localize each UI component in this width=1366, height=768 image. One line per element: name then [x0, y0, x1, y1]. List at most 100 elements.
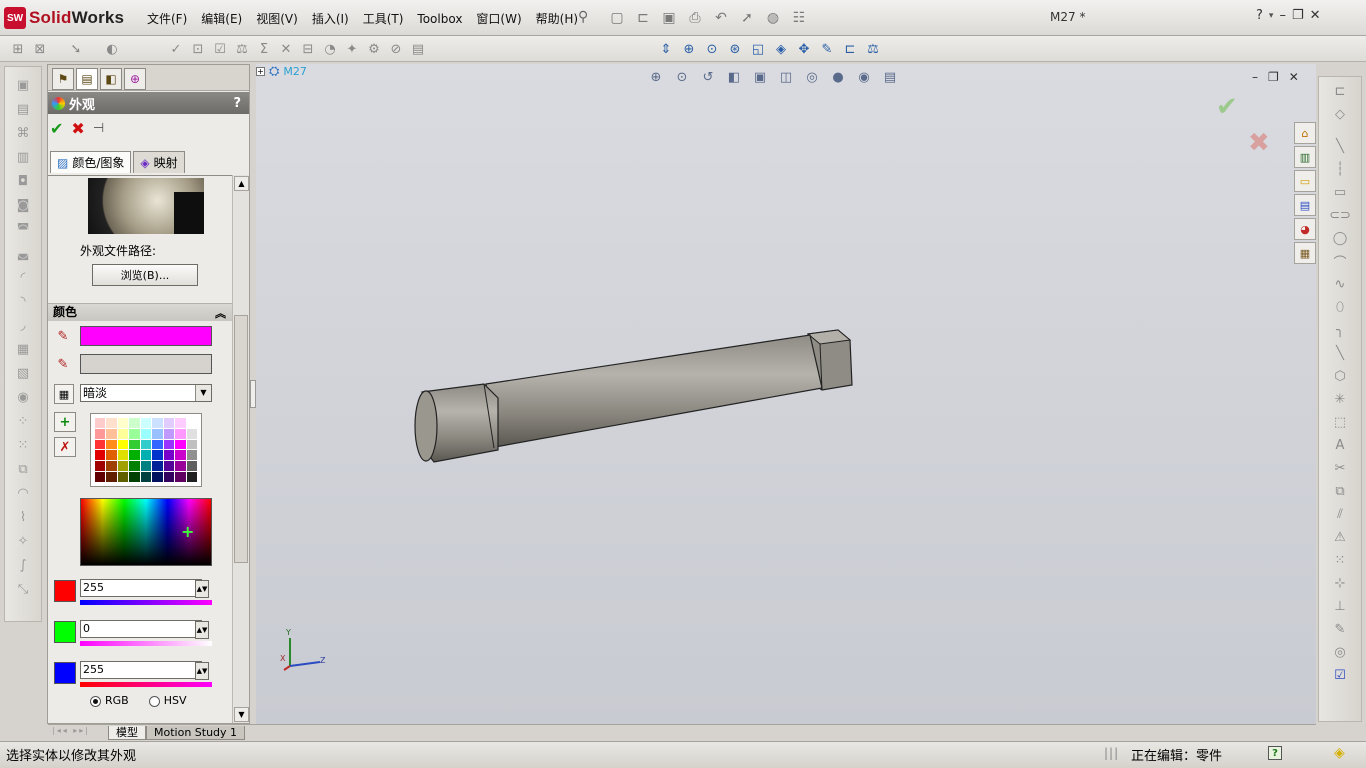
- linear-pattern-icon[interactable]: ⁘: [11, 411, 35, 431]
- palette-swatch[interactable]: [175, 418, 186, 428]
- palette-swatch[interactable]: [129, 418, 140, 428]
- palette-swatch[interactable]: [95, 428, 106, 439]
- sketch-tool-icon[interactable]: ⊏: [1325, 81, 1355, 101]
- blue-slider[interactable]: [80, 682, 212, 687]
- palette-swatch[interactable]: [163, 439, 175, 450]
- palette-swatch[interactable]: [163, 450, 175, 461]
- rectangle-tool-icon[interactable]: ▭: [1325, 182, 1355, 202]
- palette-swatch[interactable]: [175, 461, 186, 472]
- repair-sketch-icon[interactable]: ✎: [1325, 619, 1355, 639]
- palette-swatch[interactable]: [106, 461, 117, 472]
- select-arrow-icon[interactable]: ➘: [66, 39, 86, 59]
- graphics-area[interactable]: + ⛭ M27 ⊕ ⊙ ↺ ◧ ▣ ◫ ◎ ● ◉ ▤ – ❐ ✕ ✔ ✖ Y …: [256, 64, 1316, 724]
- dimxpert-manager-tab[interactable]: ⊕: [124, 68, 146, 90]
- eyedropper-icon[interactable]: ✎: [54, 327, 72, 345]
- convert-entities-icon[interactable]: ⧉: [1325, 481, 1355, 501]
- red-value-input[interactable]: 255 ▲▼: [80, 579, 209, 598]
- feature-manager-tab[interactable]: ⚑: [52, 68, 74, 90]
- model-viewport[interactable]: [256, 64, 1316, 724]
- spline-tool-icon[interactable]: ∿: [1325, 274, 1355, 294]
- geometry-analysis-icon[interactable]: ⚙: [364, 39, 384, 59]
- hole-icon[interactable]: ◉: [11, 387, 35, 407]
- circular-pattern-icon[interactable]: ⁙: [11, 435, 35, 455]
- palette-swatch[interactable]: [106, 472, 117, 482]
- pin-menu-icon[interactable]: ⚲: [578, 9, 588, 25]
- lofted-boss-icon[interactable]: ▥: [11, 147, 35, 167]
- reference-geometry-icon[interactable]: ✧: [11, 531, 35, 551]
- property-help-icon[interactable]: ?: [233, 96, 241, 111]
- collapse-chevron-icon[interactable]: ︽: [215, 305, 226, 322]
- revolved-boss-icon[interactable]: ▤: [11, 99, 35, 119]
- palette-swatch[interactable]: [106, 418, 117, 428]
- new-document-icon[interactable]: ▢: [606, 7, 628, 29]
- decal-icon[interactable]: ⊏: [840, 39, 860, 59]
- scroll-down-icon[interactable]: ▼: [234, 707, 249, 722]
- ok-button[interactable]: ✔: [50, 119, 63, 138]
- print-icon[interactable]: ⎙: [684, 7, 706, 29]
- palette-swatch[interactable]: [129, 428, 140, 439]
- palette-swatch[interactable]: [174, 438, 187, 451]
- palette-swatch[interactable]: [186, 428, 197, 439]
- rebuild-icon[interactable]: ◍: [762, 7, 784, 29]
- tab-navigation-arrows[interactable]: |◂◂ ▸▸|: [48, 726, 108, 740]
- spellcheck-icon[interactable]: ✓: [166, 39, 186, 59]
- mirror-entities-icon[interactable]: ⚠: [1325, 527, 1355, 547]
- circle-tool-icon[interactable]: ◯: [1325, 228, 1355, 248]
- arc-tool-icon[interactable]: ⌒: [1325, 251, 1355, 271]
- palette-swatch[interactable]: [152, 450, 163, 461]
- palette-swatch[interactable]: [140, 450, 152, 461]
- trim-tool-icon[interactable]: ✂: [1325, 458, 1355, 478]
- palette-swatch[interactable]: [186, 418, 197, 428]
- palette-swatch[interactable]: [117, 450, 129, 461]
- menu-toolbox[interactable]: Toolbox: [410, 9, 469, 29]
- palette-swatch[interactable]: [117, 418, 129, 428]
- appearance-icon[interactable]: ◐: [102, 39, 122, 59]
- menu-tools[interactable]: 工具(T): [356, 9, 411, 29]
- sum-icon[interactable]: Σ: [254, 39, 274, 59]
- palette-swatch[interactable]: [140, 418, 152, 428]
- palette-swatch[interactable]: [152, 428, 163, 439]
- point-tool-icon[interactable]: ✳: [1325, 389, 1355, 409]
- verify-icon[interactable]: ⊘: [386, 39, 406, 59]
- color-swatch-options-icon[interactable]: ▦: [54, 384, 74, 404]
- palette-swatch[interactable]: [129, 439, 140, 450]
- appearances-tab[interactable]: ◕: [1294, 218, 1316, 240]
- tab-color-image[interactable]: ▨ 颜色/图象: [50, 151, 132, 173]
- menu-file[interactable]: 文件(F): [140, 9, 194, 29]
- measure-icon[interactable]: ⊡: [188, 39, 208, 59]
- extruded-boss-icon[interactable]: ▣: [11, 75, 35, 95]
- browse-button[interactable]: 浏览(B)...: [92, 264, 198, 286]
- centerline-tool-icon[interactable]: ┆: [1325, 159, 1355, 179]
- dropdown-arrow-icon[interactable]: ▼: [195, 385, 211, 401]
- save-icon[interactable]: ▣: [658, 7, 680, 29]
- palette-swatch[interactable]: [140, 472, 152, 482]
- normal-to-icon[interactable]: ⇕: [656, 39, 676, 59]
- extruded-cut-icon[interactable]: ◘: [11, 171, 35, 191]
- rgb-radio[interactable]: RGB: [90, 694, 129, 707]
- draft-icon[interactable]: ▧: [11, 363, 35, 383]
- mirror-icon[interactable]: ⧉: [11, 459, 35, 479]
- file-explorer-tab[interactable]: ▭: [1294, 170, 1316, 192]
- section-properties-icon[interactable]: ⊟: [298, 39, 318, 59]
- lofted-cut-icon[interactable]: ◛: [11, 243, 35, 263]
- dimension-tool-icon[interactable]: ◇: [1325, 104, 1355, 124]
- red-spinner[interactable]: ▲▼: [195, 580, 209, 598]
- palette-swatch[interactable]: [106, 439, 117, 450]
- relations-icon[interactable]: ⊥: [1325, 596, 1355, 616]
- palette-swatch[interactable]: [152, 439, 163, 450]
- plane-tool-icon[interactable]: ⬚: [1325, 412, 1355, 432]
- color-section-header[interactable]: 颜色 ︽: [48, 303, 232, 321]
- palette-swatch[interactable]: [140, 461, 152, 472]
- statistics-icon[interactable]: ◔: [320, 39, 340, 59]
- palette-swatch[interactable]: [129, 472, 140, 482]
- primary-color-swatch[interactable]: [80, 326, 212, 346]
- mass-properties-icon[interactable]: ⚖: [232, 39, 252, 59]
- tab-mapping[interactable]: ◈ 映射: [133, 151, 185, 173]
- text-tool-icon[interactable]: A: [1325, 435, 1355, 455]
- palette-swatch[interactable]: [163, 418, 175, 428]
- palette-swatch[interactable]: [163, 461, 175, 472]
- curve-icon[interactable]: ∫: [11, 555, 35, 575]
- line-tool-icon[interactable]: ╲: [1325, 136, 1355, 156]
- pan-icon[interactable]: ✥: [794, 39, 814, 59]
- palette-swatch[interactable]: [186, 472, 197, 482]
